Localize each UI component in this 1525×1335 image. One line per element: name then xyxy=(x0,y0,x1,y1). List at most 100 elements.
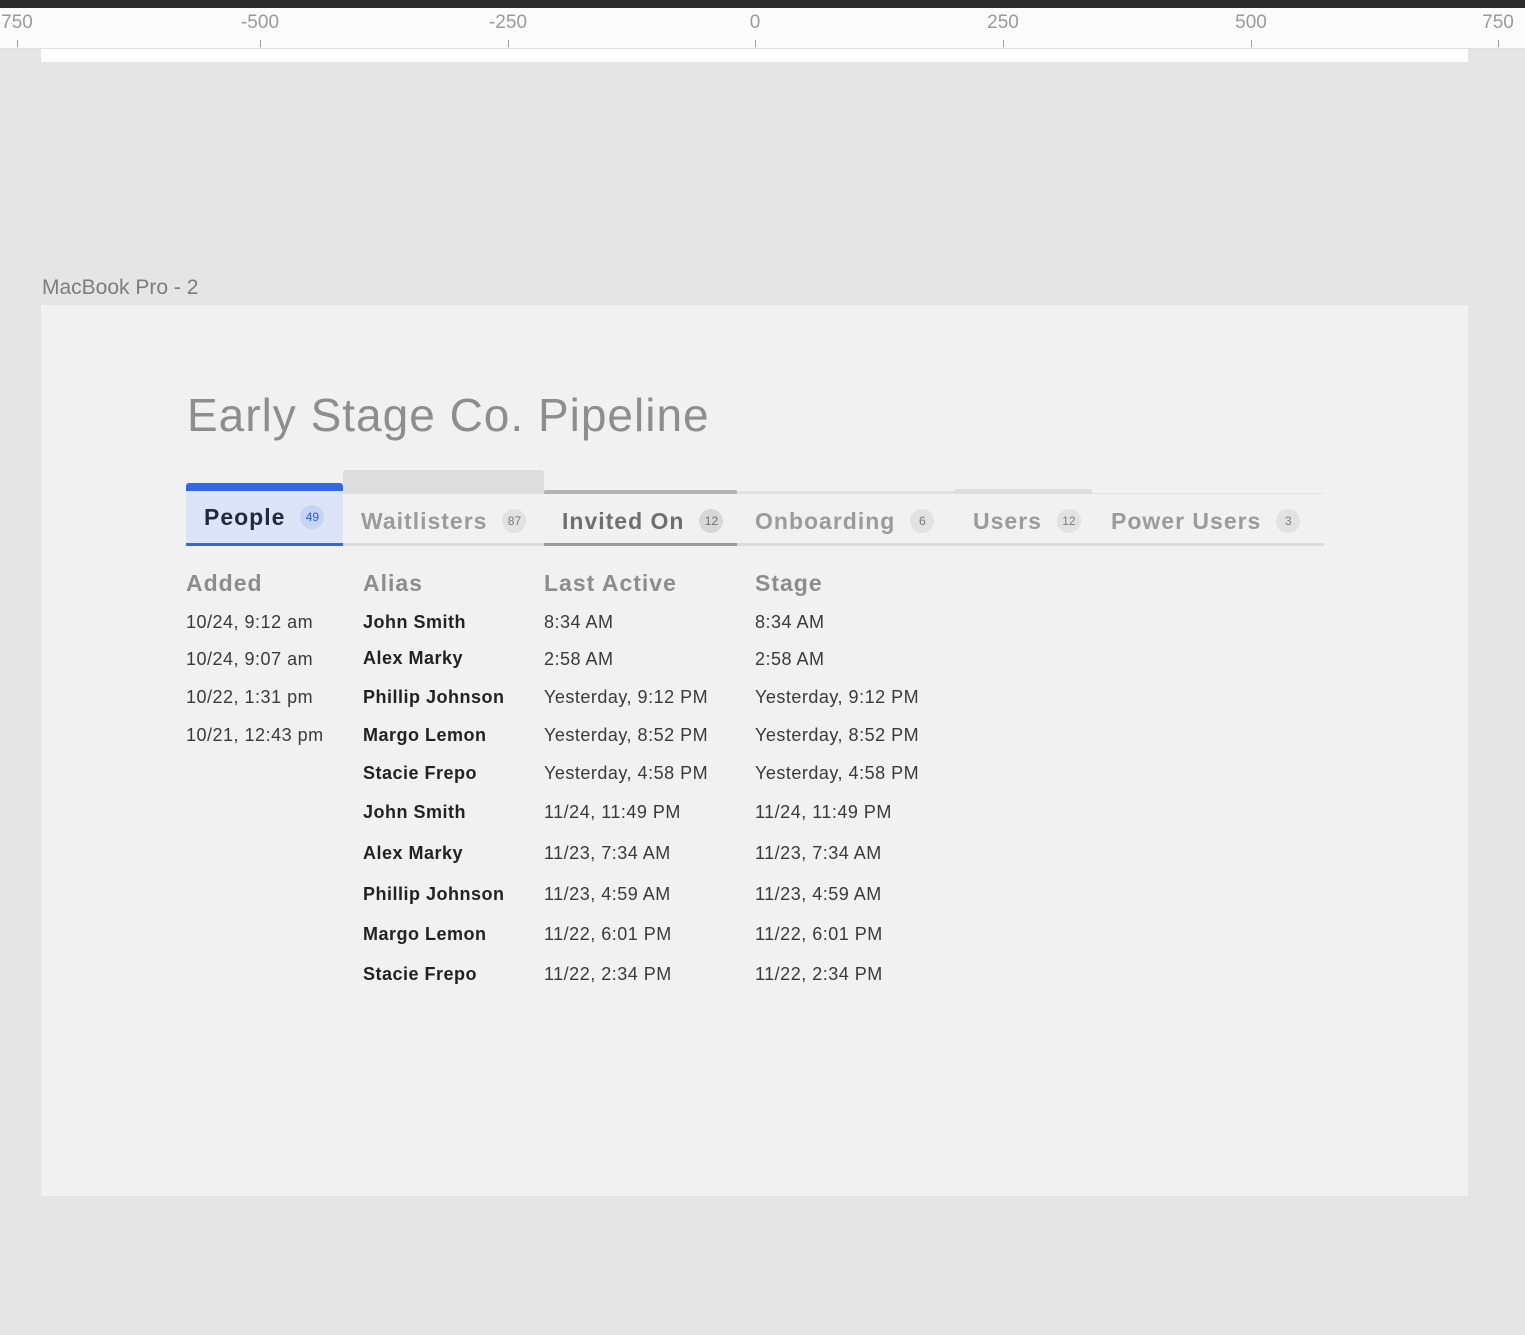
cell-last-active: 8:34 AM xyxy=(544,612,614,632)
cell-last-active: 2:58 AM xyxy=(544,649,614,669)
cell-alias[interactable]: Alex Marky xyxy=(363,646,463,670)
cell-added: 10/24, 9:07 am xyxy=(186,649,314,669)
frame-label[interactable]: MacBook Pro - 2 xyxy=(42,275,198,301)
tab-underline xyxy=(343,543,544,546)
count-badge: 6 xyxy=(910,509,935,533)
cell-last-active: 11/22, 2:34 PM xyxy=(544,964,672,984)
cell-stage: 11/24, 11:49 PM xyxy=(755,802,892,822)
ruler-tick: -500 xyxy=(220,8,300,47)
ruler-tick-mark xyxy=(755,40,756,47)
cell-last-active: Yesterday, 4:58 PM xyxy=(544,763,709,783)
tab-cap xyxy=(737,491,955,494)
cell-last-active: 11/23, 4:59 AM xyxy=(544,884,671,904)
tab-label: Power Users xyxy=(1111,507,1262,534)
tab-invited-on[interactable]: Invited On 12 xyxy=(544,468,737,546)
cell-last-active: 11/24, 11:49 PM xyxy=(544,802,681,822)
horizontal-ruler: 750 -500 -250 0 250 500 750 xyxy=(0,8,1525,49)
count-badge: 87 xyxy=(502,509,527,533)
tab-people[interactable]: People 49 xyxy=(186,468,343,546)
tab-content: Users 12 xyxy=(955,499,1092,543)
tab-onboarding[interactable]: Onboarding 6 xyxy=(737,468,955,546)
column-added: Added 10/24, 9:12 am 10/24, 9:07 am 10/2… xyxy=(186,568,323,745)
tab-cap xyxy=(343,470,544,494)
cell-added: 10/24, 9:12 am xyxy=(186,612,314,632)
column-last-active: Last Active 8:34 AM 2:58 AM Yesterday, 9… xyxy=(544,568,708,984)
cell-last-active: Yesterday, 9:12 PM xyxy=(544,687,709,707)
count-badge: 12 xyxy=(1056,509,1081,533)
ruler-tick-label: -500 xyxy=(240,12,280,33)
cell-stage: 2:58 AM xyxy=(755,649,825,669)
tab-label: Onboarding xyxy=(755,507,896,534)
cell-alias[interactable]: Margo Lemon xyxy=(363,922,487,946)
cell-stage: 11/23, 4:59 AM xyxy=(755,884,882,904)
tab-users[interactable]: Users 12 xyxy=(955,468,1092,546)
tab-content: Onboarding 6 xyxy=(737,499,955,543)
artboard-edge xyxy=(41,49,1468,62)
ruler-tick-mark xyxy=(508,40,509,47)
tab-underline xyxy=(186,543,343,546)
cell-last-active: 11/23, 7:34 AM xyxy=(544,843,671,863)
cell-alias[interactable]: Phillip Johnson xyxy=(363,685,505,709)
ruler-tick-mark xyxy=(1003,40,1004,47)
tab-cap xyxy=(955,489,1092,494)
column-stage: Stage 8:34 AM 2:58 AM Yesterday, 9:12 PM… xyxy=(755,568,919,984)
ruler-tick: -250 xyxy=(468,8,548,47)
tab-content: Waitlisters 87 xyxy=(343,499,544,543)
cell-last-active: 11/22, 6:01 PM xyxy=(544,924,672,944)
page-title: Early Stage Co. Pipeline xyxy=(187,389,710,441)
tab-power-users[interactable]: Power Users 3 xyxy=(1092,468,1324,546)
cell-alias[interactable]: Phillip Johnson xyxy=(363,882,505,906)
cell-last-active: Yesterday, 8:52 PM xyxy=(544,725,709,745)
tab-cap xyxy=(544,490,737,494)
cell-alias[interactable]: Margo Lemon xyxy=(363,723,487,747)
cell-added: 10/21, 12:43 pm xyxy=(186,725,324,745)
count-badge: 12 xyxy=(699,509,724,533)
column-alias: Alias John Smith Alex Marky Phillip John… xyxy=(363,568,504,984)
tab-waitlisters[interactable]: Waitlisters 87 xyxy=(343,468,544,546)
tab-underline xyxy=(1092,543,1324,546)
cell-stage: Yesterday, 9:12 PM xyxy=(755,687,920,707)
ruler-tick: 0 xyxy=(715,8,795,47)
ruler-tick: 750 xyxy=(1458,8,1525,47)
tab-label: Invited On xyxy=(562,507,685,534)
ruler-tick: 250 xyxy=(963,8,1043,47)
ruler-tick-label: 0 xyxy=(749,12,761,33)
cell-alias[interactable]: Stacie Frepo xyxy=(363,761,477,785)
cell-stage: 11/22, 6:01 PM xyxy=(755,924,883,944)
tab-label: Waitlisters xyxy=(361,507,488,534)
ruler-tick-mark xyxy=(17,40,18,47)
column-header-alias[interactable]: Alias xyxy=(363,568,423,598)
cell-stage: 11/22, 2:34 PM xyxy=(755,964,883,984)
cell-stage: Yesterday, 4:58 PM xyxy=(755,763,920,783)
tab-content: Invited On 12 xyxy=(544,499,737,543)
cell-alias[interactable]: Alex Marky xyxy=(363,841,463,865)
tab-underline xyxy=(737,543,955,546)
artboard-frame: Early Stage Co. Pipeline People 49 Waitl… xyxy=(41,305,1468,1196)
tab-content: People 49 xyxy=(186,491,343,543)
ruler-tick: 500 xyxy=(1211,8,1291,47)
ruler-tick: 750 xyxy=(0,8,57,47)
tab-label: People xyxy=(204,503,286,530)
cell-alias[interactable]: John Smith xyxy=(363,610,466,634)
column-header-added[interactable]: Added xyxy=(186,568,263,598)
ruler-tick-label: 750 xyxy=(1482,12,1514,33)
ruler-tick-label: 250 xyxy=(987,12,1019,33)
tab-label: Users xyxy=(973,507,1042,534)
cell-stage: 11/23, 7:34 AM xyxy=(755,843,882,863)
tab-content: Power Users 3 xyxy=(1092,499,1324,543)
tab-underline xyxy=(955,543,1092,546)
cell-stage: 8:34 AM xyxy=(755,612,825,632)
column-header-last-active[interactable]: Last Active xyxy=(544,568,677,598)
cell-added: 10/22, 1:31 pm xyxy=(186,687,314,707)
cell-alias[interactable]: Stacie Frepo xyxy=(363,962,477,986)
count-badge: 49 xyxy=(300,505,325,529)
column-header-stage[interactable]: Stage xyxy=(755,568,823,598)
ruler-tick-label: -250 xyxy=(488,12,528,33)
ruler-tick-mark xyxy=(260,40,261,47)
window-top-bar xyxy=(0,0,1525,8)
count-badge: 3 xyxy=(1276,509,1301,533)
tab-bar: People 49 Waitlisters 87 Invited On 12 O… xyxy=(186,468,1324,548)
cell-alias[interactable]: John Smith xyxy=(363,800,466,824)
cell-stage: Yesterday, 8:52 PM xyxy=(755,725,920,745)
ruler-tick-mark xyxy=(1498,40,1499,47)
